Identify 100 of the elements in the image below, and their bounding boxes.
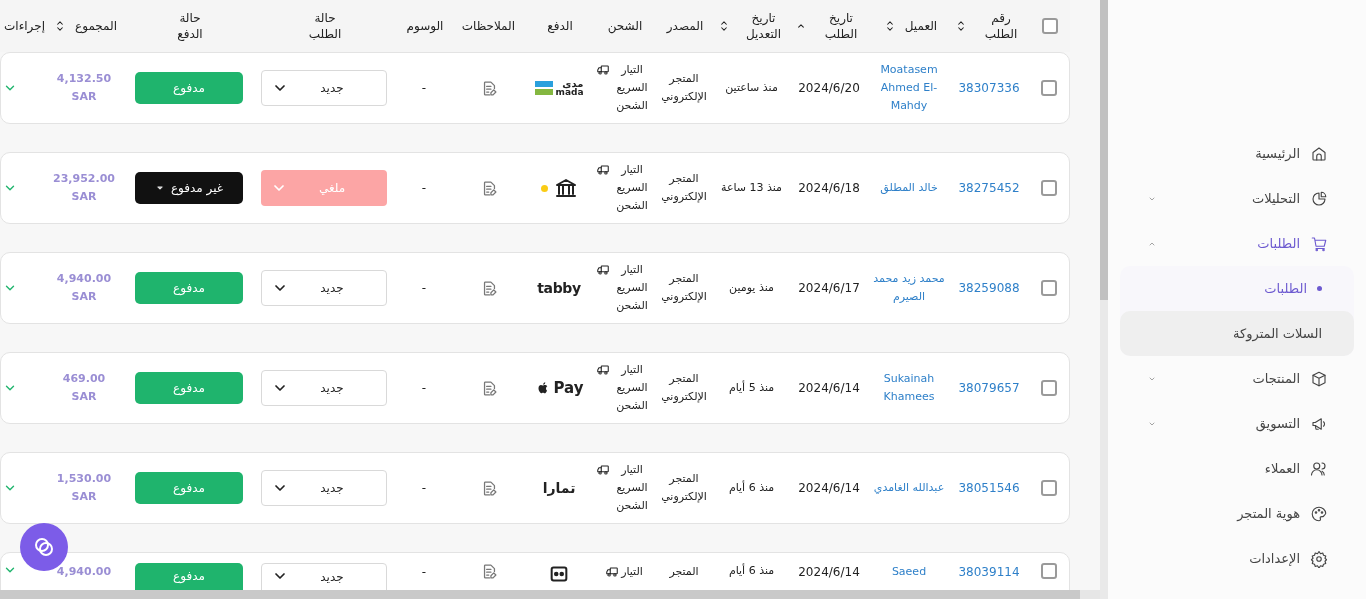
sidebar-item[interactable]: الطلبات bbox=[1126, 221, 1348, 266]
table-cell-text: - bbox=[421, 280, 427, 297]
column-header: الشحن bbox=[607, 18, 643, 34]
sidebar-item[interactable]: هوية المتجر bbox=[1126, 491, 1348, 536]
settings-icon bbox=[1310, 549, 1328, 568]
order-link[interactable]: 38079657 bbox=[958, 379, 1020, 397]
checkbox[interactable] bbox=[1041, 480, 1057, 496]
table-cell-text: - bbox=[421, 80, 427, 97]
checkbox[interactable] bbox=[1041, 280, 1057, 296]
checkbox[interactable] bbox=[1041, 80, 1057, 96]
table-cell-text: - bbox=[421, 564, 427, 581]
column-header: العميل bbox=[904, 18, 938, 34]
table-cell-text: منذ 13 ساعة bbox=[721, 179, 782, 196]
tamara-logo: تمارا bbox=[542, 478, 576, 498]
order-status-select[interactable]: جديد bbox=[261, 563, 387, 590]
table-cell-text: التيار السريع الشحن bbox=[615, 162, 649, 214]
apple-pay-logo: Pay bbox=[534, 376, 584, 400]
checkbox[interactable] bbox=[1041, 380, 1057, 396]
sidebar-item[interactable]: التسويق bbox=[1126, 401, 1348, 446]
pie-chart-icon bbox=[1310, 189, 1328, 208]
table-cell-text: منذ يومين bbox=[729, 279, 774, 296]
order-link[interactable]: 38259088 bbox=[958, 279, 1020, 297]
sidebar-item[interactable]: الإعدادات bbox=[1126, 536, 1348, 581]
table-cell-text: 2024/6/20 bbox=[798, 80, 860, 97]
horizontal-scrollbar[interactable] bbox=[0, 590, 1100, 599]
table-cell-text: التيار bbox=[621, 564, 643, 580]
submenu-item[interactable]: الطلبات bbox=[1120, 266, 1354, 311]
total-amount: 4,940.00 bbox=[56, 564, 112, 580]
table-cell-text: 2024/6/17 bbox=[798, 280, 860, 297]
table-cell-text: 2024/6/18 bbox=[798, 180, 860, 197]
sidebar-item[interactable]: التحليلات bbox=[1126, 176, 1348, 221]
table-cell-text: المتجر الإلكتروني bbox=[660, 71, 708, 105]
vertical-scrollbar[interactable] bbox=[1100, 0, 1108, 599]
submenu-item[interactable]: السلات المتروكة bbox=[1120, 311, 1354, 356]
order-status-select[interactable]: جديد bbox=[261, 370, 387, 406]
sidebar-item[interactable]: المنتجات bbox=[1126, 356, 1348, 401]
order-link[interactable]: 38307336 bbox=[958, 79, 1020, 97]
currency-label: SAR bbox=[71, 489, 97, 505]
logo-text: مدى bbox=[562, 79, 584, 88]
currency-label: SAR bbox=[71, 289, 97, 305]
order-status-select[interactable]: جديد bbox=[261, 270, 387, 306]
total-amount: 23,952.00 bbox=[53, 171, 115, 187]
table-cell-text: المتجر الإلكتروني bbox=[660, 471, 708, 505]
sidebar-item[interactable]: العملاء bbox=[1126, 446, 1348, 491]
column-header: الوسوم bbox=[406, 18, 444, 34]
currency-label: SAR bbox=[71, 389, 97, 405]
table-cell-text: 2024/6/14 bbox=[798, 380, 860, 397]
total-amount: 1,530.00 bbox=[56, 471, 112, 487]
box-icon bbox=[1310, 369, 1328, 388]
bank-icon bbox=[553, 176, 578, 200]
payment-status-button[interactable]: غير مدفوع bbox=[135, 172, 243, 204]
column-header: تاريخ التعديل bbox=[744, 10, 783, 42]
customer-link[interactable]: Sukainah Khamees bbox=[872, 370, 946, 406]
table-cell-text: المتجر bbox=[669, 564, 699, 580]
table-cell-text: منذ 6 أيام bbox=[728, 563, 775, 579]
customer-link[interactable]: Moatasem Ahmed El-Mahdy bbox=[872, 61, 946, 115]
truck-icon bbox=[596, 263, 610, 277]
table-cell-text: - bbox=[421, 380, 427, 397]
total-amount: 469.00 bbox=[62, 371, 106, 387]
customer-link[interactable]: محمد زيد محمد الصيرم bbox=[872, 270, 946, 306]
table-cell-text: المتجر الإلكتروني bbox=[660, 171, 708, 205]
column-header: المصدر bbox=[666, 18, 704, 34]
checkbox[interactable] bbox=[1042, 18, 1058, 34]
table-cell-text: 2024/6/14 bbox=[798, 480, 860, 497]
tabby-logo: tabby bbox=[537, 278, 581, 298]
users-icon bbox=[1310, 459, 1328, 478]
checkbox[interactable] bbox=[1041, 180, 1057, 196]
cart-icon bbox=[1310, 234, 1328, 253]
logo-stripes-icon bbox=[534, 81, 553, 95]
column-header: حالة الطلب bbox=[307, 10, 343, 42]
order-status-select[interactable]: جديد bbox=[261, 470, 387, 506]
logo-text: mada bbox=[555, 88, 584, 97]
sidebar-item[interactable]: الرئيسية bbox=[1126, 131, 1348, 176]
table-cell-text: - bbox=[421, 480, 427, 497]
column-header: تاريخ الطلب bbox=[823, 10, 859, 42]
checkbox[interactable] bbox=[1041, 563, 1057, 579]
table-cell-text: منذ 5 أيام bbox=[728, 379, 775, 396]
truck-icon bbox=[596, 363, 610, 377]
table-cell-text: منذ 6 أيام bbox=[728, 479, 775, 496]
palette-icon bbox=[1310, 504, 1328, 523]
table-cell-text: التيار السريع الشحن bbox=[615, 262, 649, 314]
table-cell-text: - bbox=[421, 180, 427, 197]
column-header: رقم الطلب bbox=[983, 10, 1019, 42]
customer-link[interactable]: خالد المطلق bbox=[880, 179, 938, 197]
table-cell-text: 2024/6/14 bbox=[798, 564, 860, 581]
order-link[interactable]: 38051546 bbox=[958, 479, 1020, 497]
truck-icon bbox=[596, 63, 610, 77]
customer-link[interactable]: عبدالله الغامدي bbox=[873, 479, 945, 497]
total-amount: 4,940.00 bbox=[56, 271, 112, 287]
order-link[interactable]: 38275452 bbox=[958, 179, 1020, 197]
currency-label: SAR bbox=[71, 89, 97, 105]
table-cell-text: التيار السريع الشحن bbox=[615, 462, 649, 514]
table-cell-text: التيار السريع الشحن bbox=[615, 62, 649, 114]
truck-icon bbox=[596, 463, 610, 477]
order-link[interactable]: 38039114 bbox=[958, 563, 1020, 581]
column-header: إجراءات bbox=[4, 18, 45, 34]
column-header: الدفع bbox=[547, 18, 573, 34]
order-status-select[interactable]: جديد bbox=[261, 70, 387, 106]
total-amount: 4,132.50 bbox=[56, 71, 112, 87]
customer-link[interactable]: Saeed bbox=[891, 563, 927, 581]
